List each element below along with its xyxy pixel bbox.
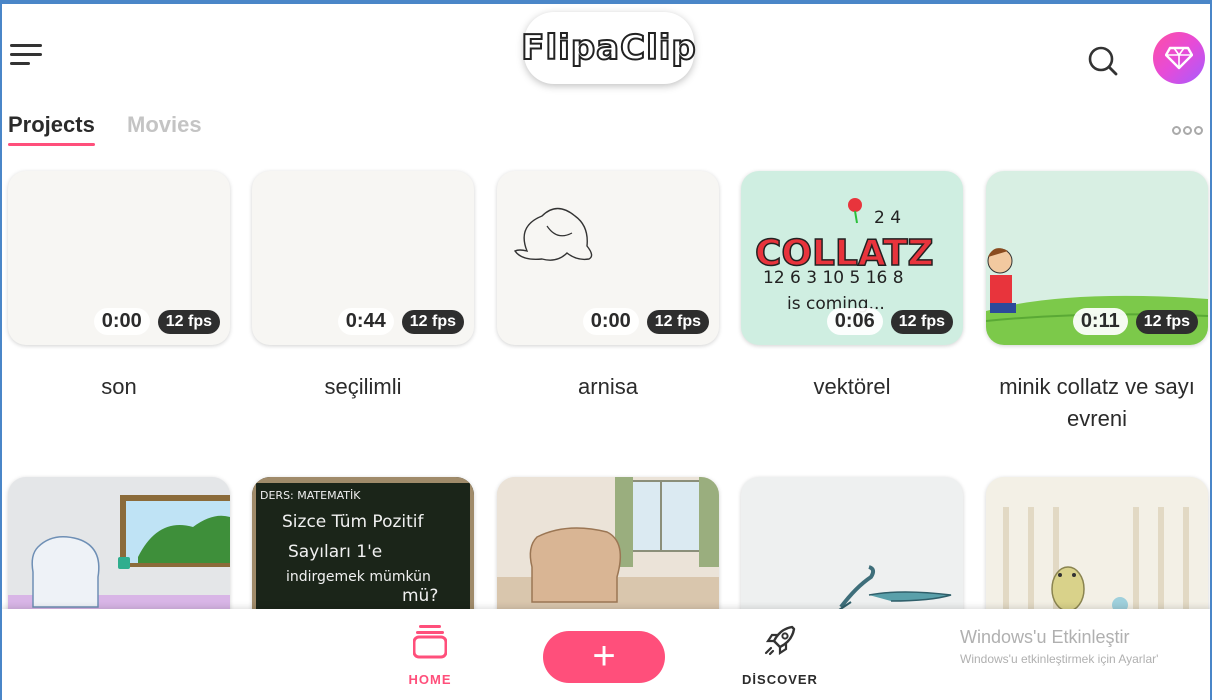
activation-subtitle: Windows'u etkinleştirmek için Ayarlar': [960, 652, 1159, 666]
app-logo: FlipaClip: [520, 12, 697, 84]
project-thumbnail: [497, 477, 719, 617]
activation-title: Windows'u Etkinleştir: [960, 627, 1130, 647]
bottom-navigation: HOME + DİSCOVER Windows'u Etkinleştir Wi…: [0, 609, 1212, 700]
project-thumbnail: 2 4 COLLATZ 12 6 3 10 5 16 8 is coming..…: [741, 171, 963, 345]
room-window-drawing: [8, 477, 230, 617]
nav-home-label: HOME: [408, 672, 452, 687]
duration-badge: 0:44: [337, 308, 394, 335]
project-card-garden[interactable]: [986, 477, 1208, 617]
armchair-room-drawing: [497, 477, 719, 617]
svg-text:12 6 3 10 5 16 8: 12 6 3 10 5 16 8: [763, 268, 904, 288]
nav-discover[interactable]: DİSCOVER: [730, 623, 830, 687]
nav-home[interactable]: HOME: [398, 623, 462, 687]
fps-badge: 12 fps: [890, 309, 953, 334]
fps-badge: 12 fps: [401, 309, 464, 334]
project-thumbnail: 0:44 12 fps: [252, 171, 474, 345]
project-thumbnail: 0:00 12 fps: [8, 171, 230, 345]
project-card-secilimli[interactable]: 0:44 12 fps seçilimli: [252, 171, 474, 403]
tab-projects[interactable]: Projects: [8, 112, 95, 146]
project-title: vektörel: [813, 374, 891, 399]
project-card-minik-collatz[interactable]: 0:11 12 fps minik collatz ve sayı evreni: [986, 171, 1208, 435]
tab-movies[interactable]: Movies: [127, 112, 202, 138]
duration-badge: 0:11: [1072, 308, 1128, 335]
diamond-icon: [1165, 46, 1193, 70]
fps-badge: 12 fps: [157, 309, 220, 334]
add-project-button[interactable]: +: [543, 631, 665, 683]
garden-drawing: [986, 477, 1208, 617]
duration-badge: 0:00: [582, 308, 639, 335]
app-header: FlipaClip: [0, 4, 1212, 104]
nav-discover-label: DİSCOVER: [742, 672, 818, 687]
project-card-son[interactable]: 0:00 12 fps son: [8, 171, 230, 403]
project-card-armchair[interactable]: [497, 477, 719, 617]
duration-badge: 0:00: [93, 308, 150, 335]
project-card-lizard[interactable]: [741, 477, 963, 617]
svg-text:indirgemek mümkün: indirgemek mümkün: [286, 569, 431, 585]
svg-text:Sayıları 1'e: Sayıları 1'e: [288, 542, 382, 562]
premium-button[interactable]: [1153, 32, 1205, 84]
lizard-drawing: [835, 565, 952, 613]
project-thumbnail: [8, 477, 230, 617]
project-card-vektorel[interactable]: 2 4 COLLATZ 12 6 3 10 5 16 8 is coming..…: [741, 171, 963, 403]
project-thumbnail: [986, 477, 1208, 617]
rocket-icon: [764, 625, 796, 656]
project-card-room[interactable]: [8, 477, 230, 617]
svg-text:Sizce Tüm Pozitif: Sizce Tüm Pozitif: [282, 512, 425, 532]
hamburger-menu-icon[interactable]: [10, 44, 42, 70]
search-icon[interactable]: [1086, 44, 1120, 78]
project-title: seçilimli: [324, 374, 402, 399]
project-title: minik collatz ve sayı evreni: [999, 374, 1195, 431]
fps-badge: 12 fps: [646, 309, 709, 334]
project-title: arnisa: [578, 374, 638, 399]
project-card-chalkboard[interactable]: DERS: MATEMATİK Sizce Tüm Pozitif Sayıla…: [252, 477, 474, 617]
duration-badge: 0:06: [826, 308, 883, 335]
svg-text:DERS: MATEMATİK: DERS: MATEMATİK: [260, 489, 361, 502]
project-thumbnail: [741, 477, 963, 617]
project-thumbnail: 0:00 12 fps: [497, 171, 719, 345]
svg-text:mü?: mü?: [402, 586, 438, 606]
more-options-icon[interactable]: [1172, 124, 1205, 138]
project-title: son: [101, 374, 137, 399]
fps-badge: 12 fps: [1135, 309, 1198, 334]
chalkboard-drawing: DERS: MATEMATİK Sizce Tüm Pozitif Sayıla…: [252, 477, 474, 617]
project-card-arnisa[interactable]: 0:00 12 fps arnisa: [497, 171, 719, 403]
project-thumbnail: 0:11 12 fps: [986, 171, 1208, 345]
project-thumbnail: DERS: MATEMATİK Sizce Tüm Pozitif Sayıla…: [252, 477, 474, 617]
windows-activation-watermark: Windows'u Etkinleştir Windows'u etkinleş…: [960, 627, 1158, 666]
stack-icon: [412, 625, 448, 659]
svg-text:2 4: 2 4: [874, 208, 901, 228]
